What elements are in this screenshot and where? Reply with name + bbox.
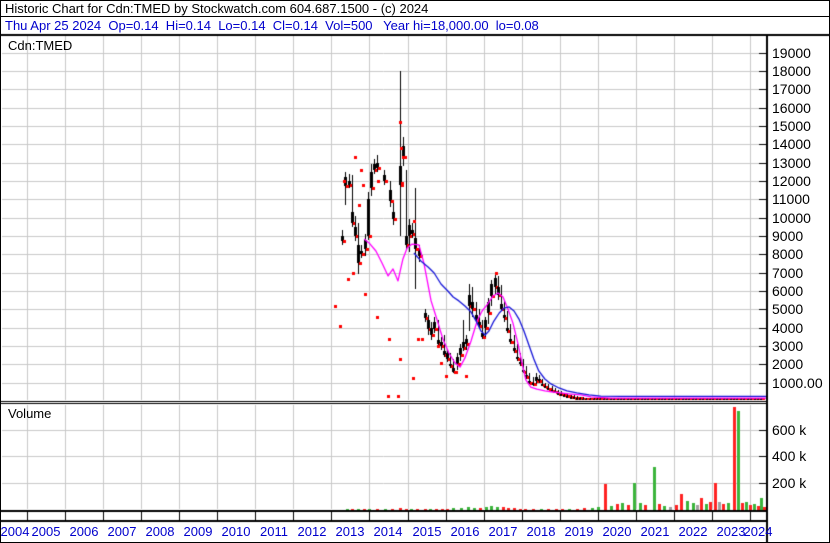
price-axis-label: 12000 [772,173,811,189]
year-label: 2017 [488,524,518,539]
price-axis-label: 1000.00 [772,375,823,391]
price-axis-label: 3000 [772,338,804,354]
volume-panel-title: Volume [8,406,52,421]
volume-axis-label: 200 k [772,475,807,491]
price-axis-label: 11000 [772,191,810,207]
year-label: 2011 [260,524,288,539]
year-label: 2021 [640,524,670,539]
year-label: 2014 [373,524,403,539]
year-label: 2015 [412,524,442,539]
year-label: 2005 [31,524,61,539]
year-label: 2018 [526,524,556,539]
price-axis-label: 8000 [772,246,804,262]
price-axis-label: 5000 [772,301,804,317]
price-axis-label: 18000 [772,63,811,79]
price-axis-label: 9000 [772,228,804,244]
price-axis-label: 19000 [772,45,811,61]
price-axis-label: 14000 [772,136,811,152]
year-label: 2007 [107,524,137,539]
year-label: 2024 [743,524,773,539]
volume-axis-label: 600 k [772,422,807,438]
year-label: 2016 [450,524,480,539]
chart-canvas[interactable] [1,1,829,542]
volume-axis-label: 400 k [772,448,807,464]
year-label: 2019 [564,524,594,539]
price-axis-label: 2000 [772,356,804,372]
year-label: 2008 [145,524,175,539]
year-label: 2012 [297,524,327,539]
price-axis-label: 16000 [772,100,811,116]
symbol-label: Cdn:TMED [8,38,73,53]
stockwatch-chart-window: Historic Chart for Cdn:TMED by Stockwatc… [0,0,830,543]
price-axis-label: 13000 [772,155,811,171]
price-axis-label: 4000 [772,320,804,336]
year-label: 2009 [183,524,213,539]
price-axis-label: 17000 [772,81,811,97]
year-label: 2006 [69,524,99,539]
price-axis-label: 6000 [772,283,804,299]
price-axis-label: 7000 [772,265,804,281]
year-label: 2022 [678,524,708,539]
year-label: 2020 [602,524,632,539]
year-label: 2010 [221,524,251,539]
price-axis-label: 15000 [772,118,811,134]
year-label: 2013 [335,524,365,539]
price-axis-label: 10000 [772,210,811,226]
